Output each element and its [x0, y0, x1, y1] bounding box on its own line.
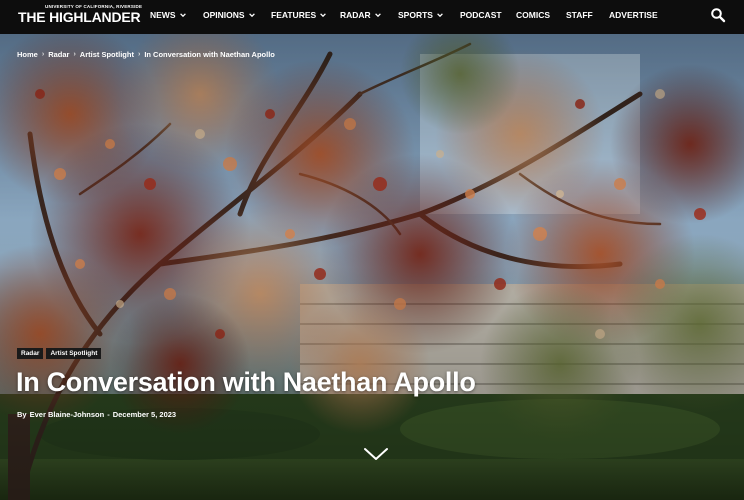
chevron-down-icon [320, 13, 327, 18]
category-tags: Radar Artist Spotlight [17, 348, 102, 359]
nav-item-staff[interactable]: STAFF [566, 10, 593, 20]
hero-overlay [0, 34, 744, 500]
logo-title: THE HIGHLANDER [18, 9, 141, 25]
nav-item-label: STAFF [566, 10, 593, 20]
breadcrumb-separator: › [137, 51, 141, 58]
nav-item-label: OPINIONS [203, 10, 245, 20]
nav-item-advertise[interactable]: ADVERTISE [609, 10, 658, 20]
nav-item-comics[interactable]: COMICS [516, 10, 550, 20]
chevron-down-icon [374, 13, 381, 18]
nav-item-features[interactable]: FEATURES [271, 10, 327, 20]
chevron-down-icon [179, 13, 186, 18]
nav-item-opinions[interactable]: OPINIONS [203, 10, 256, 20]
breadcrumb-separator: › [41, 51, 45, 58]
author-link[interactable]: Ever Blaine-Johnson [30, 410, 105, 419]
article-hero: Home › Radar › Artist Spotlight › In Con… [0, 34, 744, 500]
chevron-down-icon[interactable] [362, 446, 390, 462]
nav-item-label: ADVERTISE [609, 10, 658, 20]
nav-item-label: FEATURES [271, 10, 317, 20]
nav-item-label: NEWS [150, 10, 176, 20]
breadcrumb: Home › Radar › Artist Spotlight › In Con… [17, 50, 275, 59]
chevron-down-icon [437, 13, 443, 18]
article-meta: By Ever Blaine-Johnson - December 5, 202… [17, 410, 176, 419]
byline-prefix: By [17, 410, 27, 419]
site-logo[interactable]: UNIVERSITY OF CALIFORNIA, RIVERSIDE THE … [18, 4, 142, 30]
search-icon[interactable] [710, 7, 726, 23]
breadcrumb-current: In Conversation with Naethan Apollo [144, 50, 275, 59]
nav-item-news[interactable]: NEWS [150, 10, 187, 20]
breadcrumb-radar[interactable]: Radar [48, 50, 69, 59]
breadcrumb-home[interactable]: Home [17, 50, 38, 59]
nav-item-sports[interactable]: SPORTS [398, 10, 444, 20]
nav-item-label: SPORTS [398, 10, 433, 20]
chevron-down-icon [248, 13, 255, 18]
top-navigation-bar: UNIVERSITY OF CALIFORNIA, RIVERSIDE THE … [0, 0, 744, 34]
category-tag-radar[interactable]: Radar [17, 348, 44, 359]
article-title: In Conversation with Naethan Apollo [16, 367, 476, 397]
nav-item-label: RADAR [340, 10, 371, 20]
nav-item-podcast[interactable]: PODCAST [460, 10, 502, 20]
meta-separator: - [107, 410, 110, 419]
publish-date: December 5, 2023 [112, 410, 177, 419]
nav-item-label: COMICS [516, 10, 550, 20]
breadcrumb-artist-spotlight[interactable]: Artist Spotlight [80, 50, 134, 59]
category-tag-artist-spotlight[interactable]: Artist Spotlight [46, 348, 102, 359]
nav-item-radar[interactable]: RADAR [340, 10, 382, 20]
nav-item-label: PODCAST [460, 10, 502, 20]
breadcrumb-separator: › [73, 51, 76, 58]
